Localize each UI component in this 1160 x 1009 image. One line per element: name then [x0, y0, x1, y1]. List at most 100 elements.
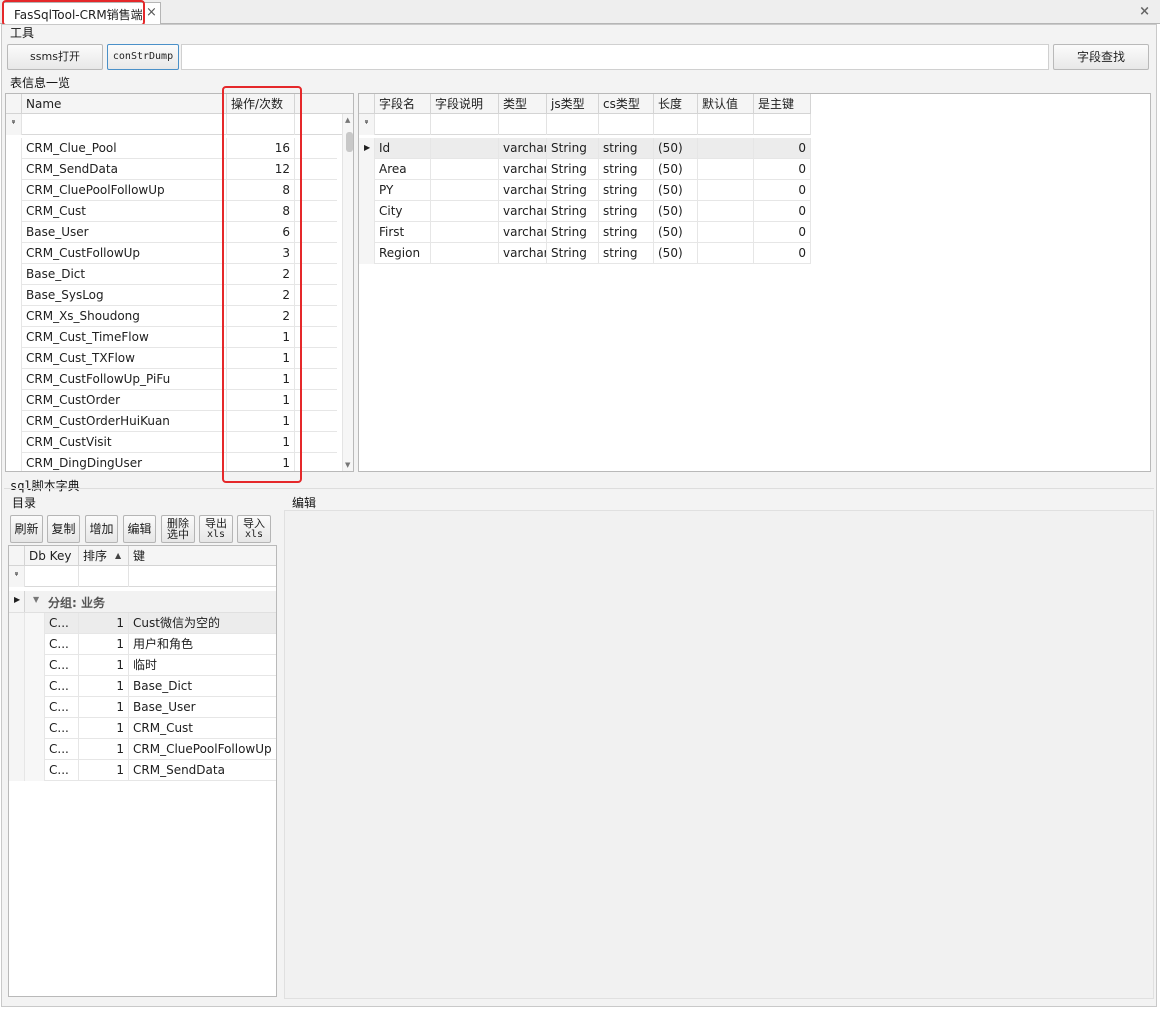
- table-name-cell: CRM_Clue_Pool: [22, 138, 227, 159]
- ssms-open-button[interactable]: ssms打开: [7, 44, 103, 70]
- import-line2: xls: [244, 529, 264, 540]
- sql-row-indent: [25, 739, 45, 760]
- field-col-header[interactable]: 类型: [499, 94, 547, 114]
- sql-filter-key[interactable]: [129, 566, 276, 587]
- col-header-key[interactable]: 键: [129, 546, 276, 566]
- field-filter-cell[interactable]: [499, 114, 547, 135]
- field-name-cell: PY: [375, 180, 431, 201]
- copy-button[interactable]: 复制: [47, 515, 80, 543]
- field-col-header[interactable]: 长度: [654, 94, 698, 114]
- window-close-icon[interactable]: ×: [1139, 4, 1150, 19]
- table-name-cell: Base_SysLog: [22, 285, 227, 306]
- sql-row-indicator: [9, 739, 25, 760]
- sql-dict-header: Db Key 排序 ▲ 键: [9, 546, 276, 566]
- field-row-indicator: [359, 159, 375, 180]
- field-col-header[interactable]: cs类型: [599, 94, 654, 114]
- sql-row-indent: [25, 613, 45, 634]
- row-indicator: [6, 222, 22, 243]
- field-desc-cell: [431, 159, 499, 180]
- row-indicator: [6, 327, 22, 348]
- field-col-header[interactable]: js类型: [547, 94, 599, 114]
- filter-cell-name[interactable]: [22, 114, 227, 135]
- sql-filter-dbkey[interactable]: [25, 566, 79, 587]
- field-filter-cell[interactable]: [754, 114, 811, 135]
- highlight-box-count-column: [222, 86, 302, 483]
- sql-row-indicator: [9, 655, 25, 676]
- sql-row[interactable]: C... 1 CRM_Cust: [9, 718, 276, 739]
- edit-button[interactable]: 编辑: [123, 515, 156, 543]
- table-list-scrollbar[interactable]: ▲ ▼: [342, 114, 353, 471]
- sql-dict-group-label: sql脚本字典: [10, 479, 80, 493]
- refresh-button[interactable]: 刷新: [10, 515, 43, 543]
- field-row[interactable]: PY varchar String string (50) 0: [359, 180, 811, 201]
- delete-selected-button[interactable]: 删除 选中: [161, 515, 195, 543]
- sql-dbkey-cell: C...: [45, 697, 79, 718]
- export-xls-button[interactable]: 导出 xls: [199, 515, 233, 543]
- scroll-down-icon[interactable]: ▼: [345, 461, 350, 469]
- scroll-up-icon[interactable]: ▲: [345, 116, 350, 124]
- sql-row-indent: [25, 676, 45, 697]
- import-xls-button[interactable]: 导入 xls: [237, 515, 271, 543]
- table-name-cell: CRM_CluePoolFollowUp: [22, 180, 227, 201]
- field-header-indicator: [359, 94, 375, 114]
- field-js-cell: String: [547, 243, 599, 264]
- tools-input[interactable]: [181, 44, 1049, 70]
- sql-dbkey-cell: C...: [45, 718, 79, 739]
- sql-row-indent: [25, 697, 45, 718]
- field-col-header[interactable]: 是主键: [754, 94, 811, 114]
- field-js-cell: String: [547, 180, 599, 201]
- field-filter-cell[interactable]: [431, 114, 499, 135]
- row-indicator: [6, 432, 22, 453]
- scrollbar-thumb[interactable]: [346, 132, 353, 152]
- sql-dict-divider: [4, 488, 1154, 489]
- sql-row[interactable]: C... 1 Base_Dict: [9, 676, 276, 697]
- sql-row[interactable]: C... 1 Cust微信为空的: [9, 613, 276, 634]
- add-button[interactable]: 增加: [85, 515, 118, 543]
- sql-row[interactable]: C... 1 CRM_SendData: [9, 760, 276, 781]
- edit-label: 编辑: [292, 496, 317, 510]
- field-len-cell: (50): [654, 138, 698, 159]
- sql-row-indent: [25, 718, 45, 739]
- group-collapse-icon[interactable]: ▼: [33, 595, 39, 604]
- field-filter-cell[interactable]: [375, 114, 431, 135]
- sql-row[interactable]: C... 1 Base_User: [9, 697, 276, 718]
- field-col-header[interactable]: 默认值: [698, 94, 754, 114]
- sql-key-cell: Base_User: [133, 700, 196, 714]
- sql-row[interactable]: C... 1 CRM_CluePoolFollowUp: [9, 739, 276, 760]
- field-row[interactable]: Region varchar String string (50) 0: [359, 243, 811, 264]
- col-header-name[interactable]: Name: [22, 94, 227, 114]
- edit-panel[interactable]: [284, 510, 1154, 999]
- sql-order-cell: 1: [79, 634, 129, 655]
- field-desc-cell: [431, 138, 499, 159]
- field-pk-cell: 0: [754, 243, 811, 264]
- col-header-order[interactable]: 排序 ▲: [79, 546, 129, 566]
- field-filter-cell[interactable]: [698, 114, 754, 135]
- field-filter-cell[interactable]: [654, 114, 698, 135]
- field-search-button[interactable]: 字段查找: [1053, 44, 1149, 70]
- sql-key-cell: 用户和角色: [133, 637, 194, 651]
- sql-filter-order[interactable]: [79, 566, 129, 587]
- field-row[interactable]: First varchar String string (50) 0: [359, 222, 811, 243]
- field-row[interactable]: City varchar String string (50) 0: [359, 201, 811, 222]
- field-row-indicator: [359, 243, 375, 264]
- field-row[interactable]: ▶ Id varchar String string (50) 0: [359, 138, 811, 159]
- col-header-dbkey[interactable]: Db Key: [25, 546, 79, 566]
- field-type-cell: varchar: [499, 138, 547, 159]
- field-pk-cell: 0: [754, 201, 811, 222]
- sql-order-cell: 1: [79, 697, 129, 718]
- sql-row[interactable]: C... 1 临时: [9, 655, 276, 676]
- field-col-header[interactable]: 字段名: [375, 94, 431, 114]
- col-header-order-label: 排序: [83, 549, 108, 563]
- filter-icon: ᵠ: [6, 114, 22, 135]
- field-col-header[interactable]: 字段说明: [431, 94, 499, 114]
- tab-close-icon[interactable]: ×: [146, 5, 157, 20]
- field-filter-cell[interactable]: [599, 114, 654, 135]
- field-row-indicator: [359, 222, 375, 243]
- field-filter-cell[interactable]: [547, 114, 599, 135]
- constrdump-button[interactable]: conStrDump: [107, 44, 179, 70]
- import-line1: 导入: [243, 517, 265, 530]
- field-row[interactable]: Area varchar String string (50) 0: [359, 159, 811, 180]
- group-row[interactable]: ▶ ▼ 分组: 业务: [9, 591, 276, 613]
- sql-row[interactable]: C... 1 用户和角色: [9, 634, 276, 655]
- sql-order-cell: 1: [79, 655, 129, 676]
